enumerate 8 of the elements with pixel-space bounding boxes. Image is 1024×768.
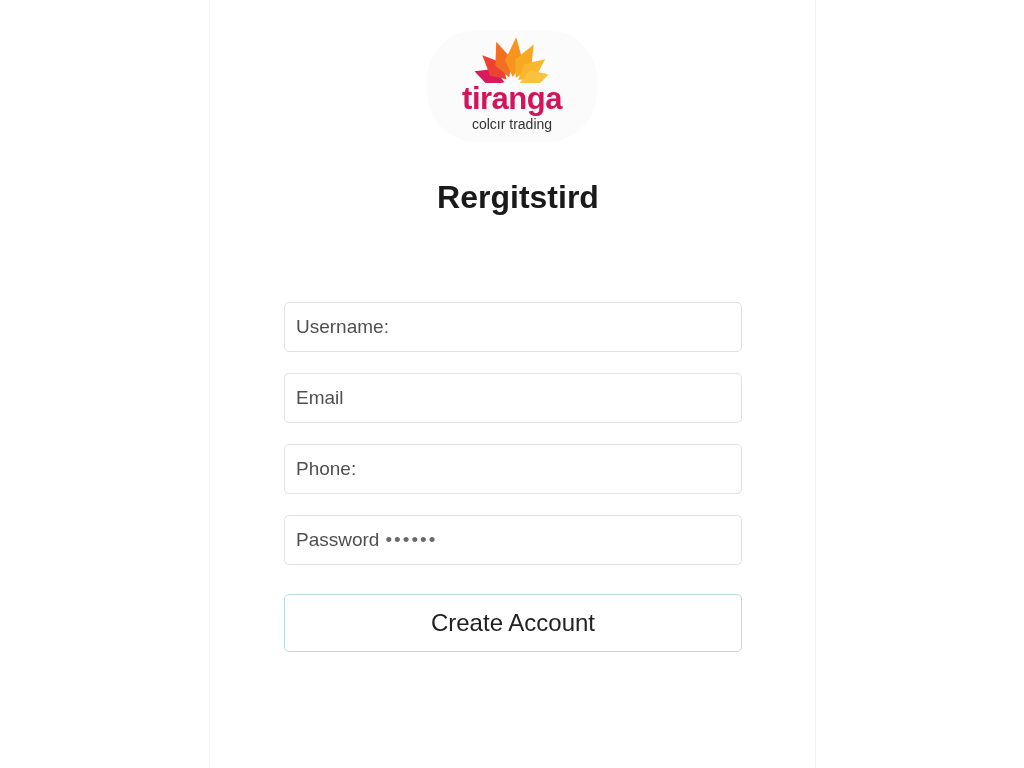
create-account-button[interactable]: Create Account: [284, 594, 742, 652]
brand-tagline: colcır trading: [471, 116, 553, 132]
input-field[interactable]: Username:: [284, 302, 742, 352]
page-title: Rergitstird: [437, 178, 599, 216]
brand-name: tiranga: [462, 83, 562, 115]
input-field[interactable]: Phone:: [284, 444, 742, 494]
input-field[interactable]: Email: [284, 373, 742, 423]
password-field[interactable]: Password ••••••: [284, 515, 742, 565]
